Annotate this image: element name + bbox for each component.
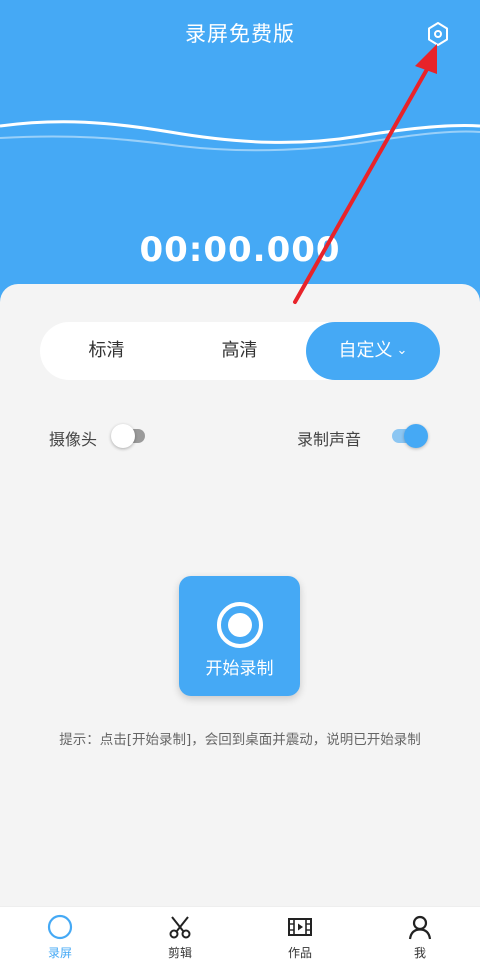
toggle-knob [111, 424, 135, 448]
scissors-icon [169, 916, 191, 939]
record-circle-icon [217, 602, 263, 648]
nav-item-works[interactable]: 作品 [240, 907, 360, 965]
hint-text: 提示：点击[开始录制]，会回到桌面并震动，说明已开始录制 [59, 732, 421, 748]
nav-item-label: 剪辑 [167, 946, 192, 960]
audio-toggle-label: 录制声音 [297, 430, 362, 449]
nav-item-record[interactable]: 录屏 [0, 907, 120, 965]
quality-selector: 标清 高清 自定义 ⌄ [40, 322, 440, 380]
app-title: 录屏免费版 [185, 22, 295, 46]
film-icon [288, 918, 312, 936]
quality-option-label: 自定义 [338, 340, 393, 361]
audio-toggle[interactable] [388, 424, 428, 448]
bottom-nav: 录屏 剪辑 作品 我 [0, 906, 480, 965]
quality-option-label: 标清 [88, 340, 125, 361]
nav-item-edit[interactable]: 剪辑 [120, 907, 240, 965]
quality-option-high[interactable]: 高清 [173, 322, 306, 380]
quality-option-label: 高清 [221, 340, 258, 361]
app-screen: 录屏免费版 00:00.000 标清 高清 自定义 ⌄ 摄像头 录制声音 开始录… [0, 0, 480, 965]
nav-item-me[interactable]: 我 [360, 907, 480, 965]
header-banner: 录屏免费版 00:00.000 [0, 0, 480, 320]
quality-option-standard[interactable]: 标清 [40, 322, 173, 380]
user-icon [408, 915, 432, 940]
nav-item-label: 作品 [287, 946, 312, 960]
record-circle-icon [47, 914, 73, 940]
start-recording-button[interactable]: 开始录制 [179, 576, 300, 696]
quality-option-custom[interactable]: 自定义 ⌄ [306, 322, 440, 380]
camera-toggle[interactable] [111, 424, 151, 448]
wave-decoration [0, 120, 480, 152]
camera-toggle-label: 摄像头 [49, 430, 98, 449]
settings-button[interactable] [424, 20, 452, 48]
chevron-down-icon: ⌄ [396, 343, 408, 358]
start-recording-label: 开始录制 [205, 659, 274, 679]
nav-item-label: 我 [413, 946, 426, 960]
nav-item-label: 录屏 [47, 946, 72, 960]
toggle-knob [404, 424, 428, 448]
hexagon-settings-icon [428, 22, 448, 46]
recording-timer: 00:00.000 [139, 230, 341, 270]
record-dot [228, 613, 252, 637]
